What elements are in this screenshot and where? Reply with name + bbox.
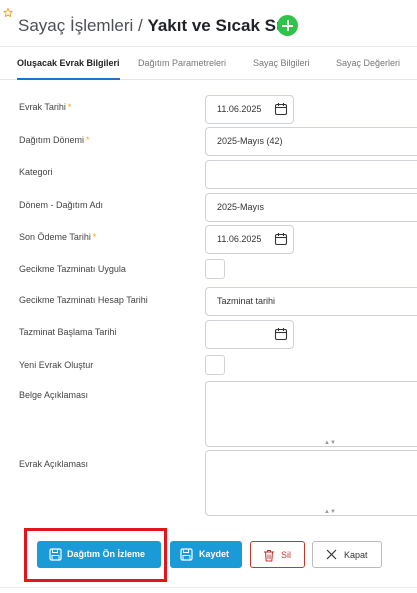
sil-button[interactable]: Sil	[250, 541, 305, 568]
required-mark: *	[86, 135, 90, 145]
yeni-evrak-olustur-checkbox[interactable]	[205, 355, 225, 375]
sil-label: Sil	[281, 550, 292, 560]
resize-handle-icon[interactable]: ▲▼	[324, 440, 336, 446]
calendar-icon[interactable]	[274, 232, 288, 246]
tab-sayac-degerleri[interactable]: Sayaç Değerleri	[336, 47, 400, 80]
kaydet-button[interactable]: Kaydet	[170, 541, 242, 568]
donem-dagitim-adi-value: 2025-Mayıs	[217, 202, 265, 212]
son-odeme-tarihi-label: Son Ödeme Tarihi *	[19, 232, 96, 242]
tab-bar: Oluşacak Evrak Bilgileri Dağıtım Paramet…	[0, 46, 417, 80]
son-odeme-tarihi-input[interactable]: 11.06.2025	[205, 225, 294, 254]
tab-sayac-bilgileri[interactable]: Sayaç Bilgileri	[253, 47, 310, 80]
calendar-icon[interactable]	[274, 102, 288, 116]
trash-icon	[264, 550, 274, 562]
gecikme-tazminati-uygula-label: Gecikme Tazminatı Uygula	[19, 264, 126, 274]
pin-icon[interactable]	[3, 8, 13, 18]
evrak-tarihi-input[interactable]: 11.06.2025	[205, 95, 294, 124]
gecikme-tazminati-hesap-tarihi-label: Gecikme Tazminatı Hesap Tarihi	[19, 295, 148, 305]
tazminat-baslama-tarihi-label: Tazminat Başlama Tarihi	[19, 327, 117, 337]
donem-dagitim-adi-input[interactable]: 2025-Mayıs	[205, 193, 417, 222]
kaydet-label: Kaydet	[199, 549, 230, 559]
tazminat-baslama-tarihi-input[interactable]	[205, 320, 294, 349]
calendar-icon[interactable]	[274, 327, 288, 341]
required-mark: *	[67, 102, 72, 112]
dagitim-donemi-select[interactable]: 2025-Mayıs (42)	[205, 127, 417, 156]
kapat-button[interactable]: Kapat	[312, 541, 382, 568]
x-icon	[326, 549, 337, 560]
page-title-sub: Yakıt ve Sıcak Su	[147, 16, 287, 35]
evrak-tarihi-value: 11.06.2025	[217, 104, 262, 114]
footer-divider	[0, 587, 417, 588]
highlight-box	[24, 528, 167, 582]
dagitim-donemi-label-text: Dağıtım Dönemi	[19, 135, 85, 145]
yeni-evrak-olustur-label: Yeni Evrak Oluştur	[19, 360, 94, 370]
dagitim-donemi-value: 2025-Mayıs (42)	[217, 136, 283, 146]
son-odeme-tarihi-label-text: Son Ödeme Tarihi	[19, 232, 91, 242]
floppy-disk-icon	[180, 548, 193, 561]
kategori-select[interactable]	[205, 160, 417, 189]
page-header: Sayaç İşlemleri / Yakıt ve Sıcak Su	[0, 0, 417, 50]
donem-dagitim-adi-label: Dönem - Dağıtım Adı	[19, 200, 104, 210]
page-title-separator: /	[133, 16, 148, 35]
tab-dagitim-parametreleri[interactable]: Dağıtım Parametreleri	[138, 47, 226, 80]
evrak-aciklamasi-textarea[interactable]: ▲▼	[205, 450, 417, 516]
required-mark: *	[92, 232, 97, 242]
evrak-aciklamasi-label: Evrak Açıklaması	[19, 459, 89, 469]
belge-aciklamasi-textarea[interactable]: ▲▼	[205, 381, 417, 447]
kategori-label: Kategori	[19, 167, 53, 177]
gecikme-tazminati-hesap-tarihi-select[interactable]: Tazminat tarihi	[205, 287, 417, 316]
belge-aciklamasi-label: Belge Açıklaması	[19, 390, 89, 400]
gecikme-tazminati-uygula-checkbox[interactable]	[205, 259, 225, 279]
kapat-label: Kapat	[344, 550, 368, 560]
resize-handle-icon[interactable]: ▲▼	[324, 509, 336, 515]
tab-olusacak-evrak-bilgileri[interactable]: Oluşacak Evrak Bilgileri	[17, 47, 120, 80]
page-title-main: Sayaç İşlemleri	[18, 16, 134, 35]
evrak-tarihi-label-text: Evrak Tarihi	[19, 102, 66, 112]
gecikme-tazminati-hesap-tarihi-value: Tazminat tarihi	[217, 296, 276, 306]
add-button[interactable]	[277, 15, 298, 36]
dagitim-donemi-label: Dağıtım Dönemi *	[19, 135, 90, 145]
page-title: Sayaç İşlemleri / Yakıt ve Sıcak Su	[18, 16, 286, 36]
evrak-tarihi-label: Evrak Tarihi *	[19, 102, 71, 112]
son-odeme-tarihi-value: 11.06.2025	[217, 234, 262, 244]
